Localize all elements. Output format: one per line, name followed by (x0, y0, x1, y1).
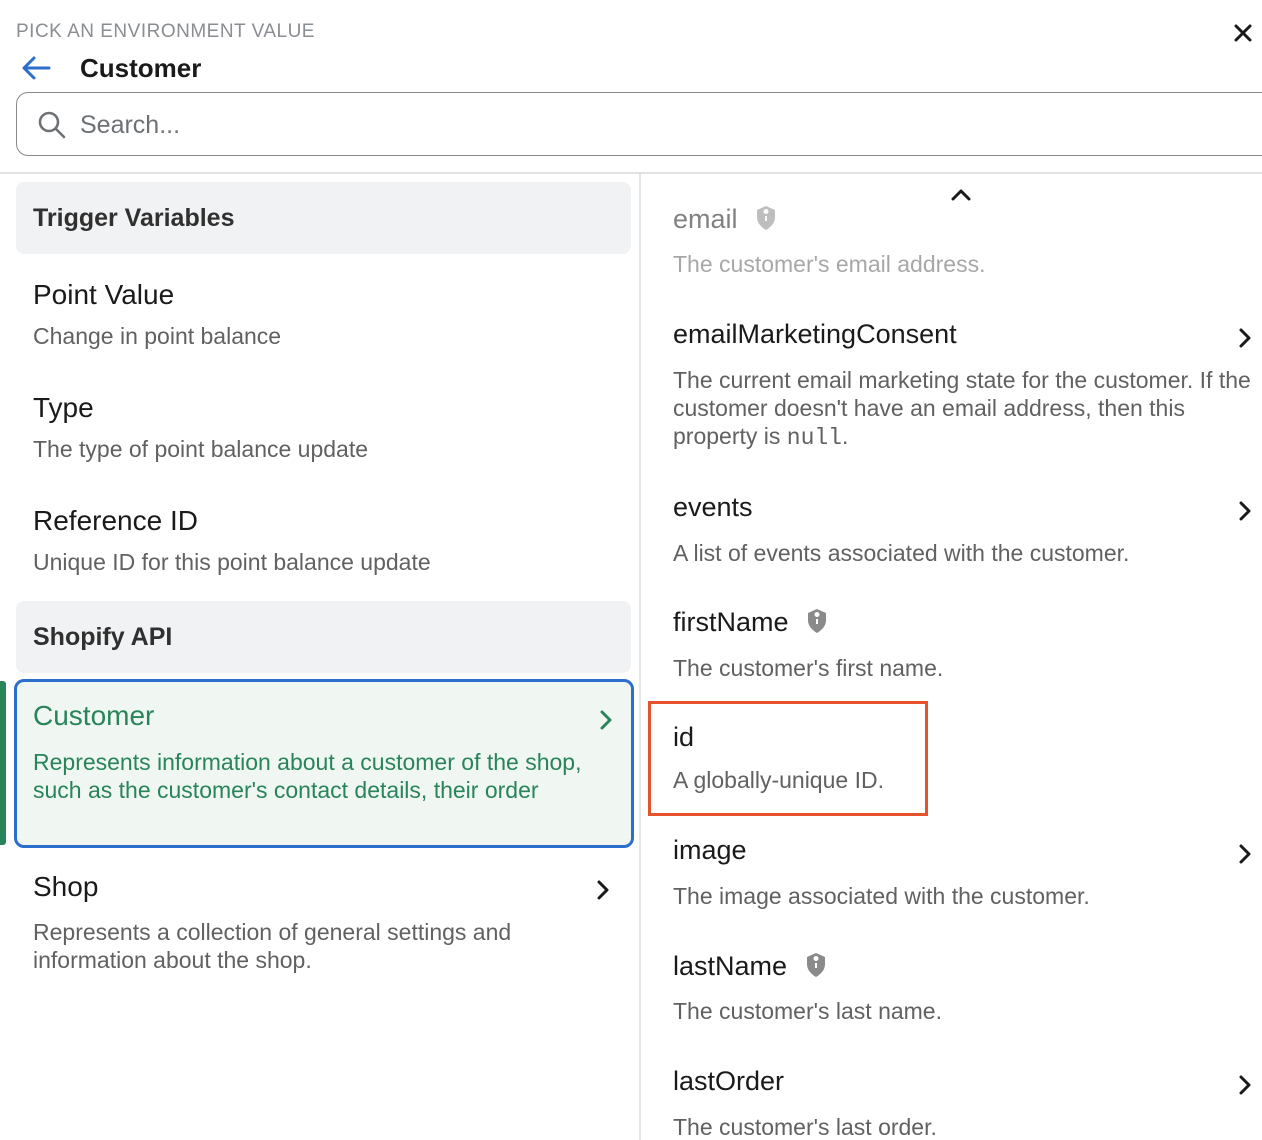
field-name: events (673, 492, 753, 522)
shield-icon (757, 206, 776, 230)
chevron-up-icon[interactable] (947, 184, 975, 204)
field-item-description: The image associated with the customer. (673, 883, 1090, 909)
field-name: email (673, 204, 738, 234)
field-item-description: The current email marketing state for th… (673, 366, 1258, 452)
close-icon[interactable] (1228, 18, 1258, 48)
picker-eyebrow: PICK AN ENVIRONMENT VALUE (16, 21, 315, 42)
search-icon (38, 111, 66, 139)
field-item-email-marketing-consent[interactable]: emailMarketingConsent The current email … (673, 319, 1262, 452)
back-button[interactable] (20, 54, 52, 82)
field-item-description: A list of events associated with the cus… (673, 540, 1130, 566)
section-header-label: Shopify API (33, 623, 173, 651)
close-button[interactable] (1228, 18, 1258, 48)
customer-field-list[interactable]: email The customer's email address. emai… (641, 174, 1262, 1140)
list-item-reference-id[interactable]: Reference ID Unique ID for this point ba… (16, 505, 631, 585)
list-item-title: Shop (33, 871, 99, 902)
selection-indicator (0, 681, 6, 845)
chevron-right-icon (597, 880, 609, 900)
list-item-title: Type (33, 392, 94, 423)
field-item-description: The customer's email address. (673, 251, 986, 277)
list-item-description: Change in point balance (33, 323, 282, 349)
shield-icon (808, 609, 827, 633)
list-item-customer[interactable]: Customer Represents information about a … (14, 679, 634, 848)
page-title: Customer (80, 53, 202, 83)
section-header-label: Trigger Variables (33, 204, 235, 232)
field-name: lastOrder (673, 1066, 785, 1096)
list-item-point-value[interactable]: Point Value Change in point balance (16, 279, 631, 359)
list-item-type[interactable]: Type The type of point balance update (16, 392, 631, 472)
field-name: emailMarketingConsent (673, 319, 957, 349)
field-item-description: The customer's first name. (673, 655, 944, 681)
field-item-title: firstName (673, 607, 828, 638)
list-item-description: Represents a collection of general setti… (33, 919, 512, 973)
field-item-last-name[interactable]: lastName The customer's last name. (673, 951, 1262, 1031)
field-item-title: lastName (673, 951, 827, 982)
field-item-email[interactable]: email The customer's email address. (673, 204, 1262, 284)
picker-header: PICK AN ENVIRONMENT VALUE Customer (0, 0, 1262, 174)
chevron-right-icon (1239, 1075, 1251, 1095)
section-header-shopify-api: Shopify API (16, 601, 631, 673)
field-description-text: The current email marketing state for th… (673, 367, 1251, 449)
field-name: firstName (673, 607, 789, 637)
null-code: null (786, 425, 842, 451)
list-item-description: The type of point balance update (33, 436, 369, 462)
field-item-last-order[interactable]: lastOrder The customer's last order. (673, 1066, 1262, 1140)
field-item-description: The customer's last order. (673, 1114, 937, 1140)
list-item-title: Customer (33, 700, 155, 731)
field-description-end: . (841, 423, 849, 449)
search-input[interactable] (80, 105, 980, 145)
list-item-title: Reference ID (33, 505, 198, 536)
search-box[interactable] (16, 92, 1262, 156)
shield-icon (806, 953, 825, 977)
list-item-description: Represents information about a customer … (33, 749, 582, 803)
field-item-description: The customer's last name. (673, 998, 942, 1024)
list-item-title: Point Value (33, 279, 175, 310)
chevron-right-icon (1239, 328, 1251, 348)
field-item-events[interactable]: events A list of events associated with … (673, 492, 1262, 572)
field-item-first-name[interactable]: firstName The customer's first name. (673, 607, 1262, 687)
section-header-trigger-variables: Trigger Variables (16, 182, 631, 254)
arrow-left-icon[interactable] (20, 54, 52, 82)
field-name: lastName (673, 951, 788, 981)
chevron-right-icon (1239, 844, 1251, 864)
field-name: image (673, 835, 747, 865)
field-item-image[interactable]: image The image associated with the cust… (673, 835, 1262, 915)
field-item-title: email (673, 204, 777, 235)
list-item-description: Unique ID for this point balance update (33, 549, 431, 575)
chevron-right-icon (600, 710, 612, 730)
chevron-right-icon (1239, 501, 1251, 521)
highlight-annotation (648, 701, 928, 816)
list-item-shop[interactable]: Shop Represents a collection of general … (16, 871, 631, 981)
